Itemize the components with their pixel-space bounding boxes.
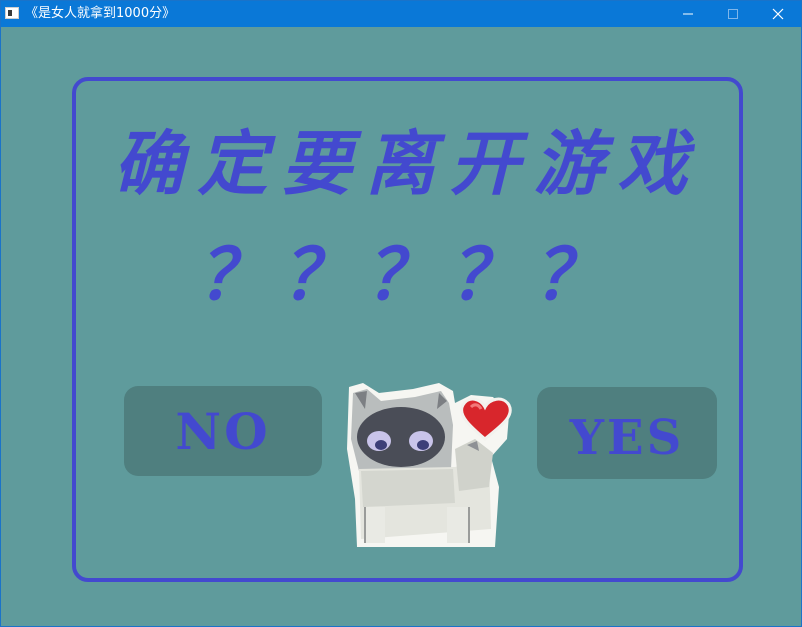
- title-bar[interactable]: 《是女人就拿到1000分》: [1, 1, 801, 27]
- minimize-icon: [683, 13, 693, 15]
- minimize-button[interactable]: [665, 1, 711, 27]
- exit-confirm-heading: 确定要离开游戏: [113, 123, 702, 205]
- question-marks: ？？？？？: [197, 234, 618, 316]
- yes-button[interactable]: YES: [537, 387, 717, 479]
- maximize-button[interactable]: [710, 1, 756, 27]
- cat-with-heart-icon: [347, 383, 512, 547]
- no-button[interactable]: NO: [124, 386, 322, 476]
- window-title: 《是女人就拿到1000分》: [25, 6, 176, 21]
- no-button-label: NO: [175, 401, 271, 461]
- yes-button-label: YES: [569, 410, 685, 466]
- app-icon[interactable]: [5, 7, 19, 19]
- close-icon: [772, 8, 784, 20]
- game-window: 《是女人就拿到1000分》 确定要离开游戏 ？？？？？ NO YES: [0, 0, 802, 627]
- exit-confirm-dialog: 确定要离开游戏 ？？？？？ NO YES: [72, 77, 743, 582]
- close-button[interactable]: [755, 1, 801, 27]
- maximize-icon: [728, 9, 738, 19]
